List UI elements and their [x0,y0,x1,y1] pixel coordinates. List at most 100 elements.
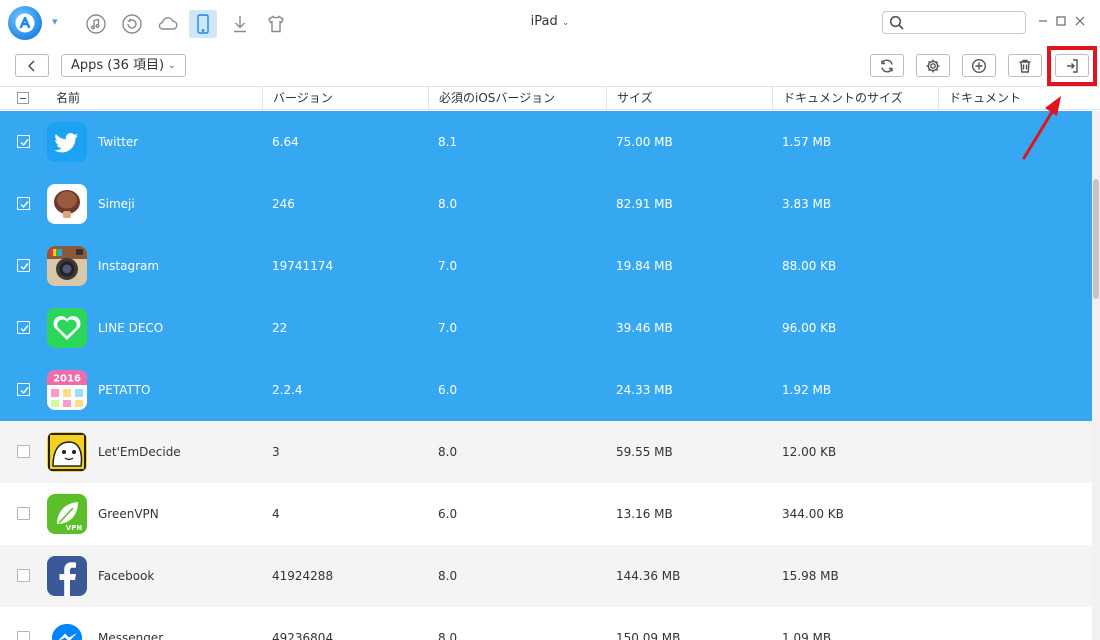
tshirt-icon[interactable] [262,10,290,38]
logo-menu-chevron-icon[interactable]: ▾ [52,15,58,28]
app-document-size: 344.00 KB [782,507,844,521]
petatto-icon: 2016 [47,370,87,410]
app-document-size: 96.00 KB [782,321,837,335]
app-ios-version: 8.1 [438,135,458,149]
device-selector[interactable]: iPad ⌄ [520,14,580,29]
app-name: PETATTO [98,383,151,397]
app-name: LINE DECO [98,321,164,335]
add-button[interactable] [962,54,996,77]
refresh-button[interactable] [870,54,904,77]
category-label: Apps (36 項目) [71,58,165,73]
scrollbar-thumb[interactable] [1093,179,1099,299]
app-ios-version: 8.0 [438,569,458,583]
select-all-checkbox[interactable] [17,92,29,104]
app-name: Messenger [98,631,164,640]
download-icon[interactable] [226,10,254,38]
app-logo-icon[interactable] [8,6,42,40]
search-icon [889,15,904,30]
title-bar: ▾ iPad ⌄ [0,0,1100,46]
app-version: 22 [272,321,288,335]
app-size: 82.91 MB [616,197,673,211]
petatto-year-text: 2016 [53,374,81,385]
table-row[interactable]: VPN GreenVPN 4 6.0 13.16 MB 344.00 KB [0,483,1092,545]
back-button[interactable] [15,54,49,77]
letemdecide-icon [47,432,87,472]
app-document-size: 12.00 KB [782,445,837,459]
row-checkbox[interactable] [17,383,30,396]
app-document-size: 1.92 MB [782,383,832,397]
toolbar: Apps (36 項目) ⌄ [0,46,1100,86]
cloud-icon[interactable] [154,10,182,38]
table-row[interactable]: Twitter 6.64 8.1 75.00 MB 1.57 MB [0,111,1092,173]
app-name: Let'EmDecide [98,445,181,459]
app-document-size: 3.83 MB [782,197,832,211]
app-ios-version: 8.0 [438,631,458,640]
app-version: 246 [272,197,295,211]
app-ios-version: 7.0 [438,321,458,335]
twitter-icon [47,122,87,162]
messenger-icon [47,618,87,640]
app-document-size: 1.57 MB [782,135,832,149]
row-checkbox[interactable] [17,321,30,334]
row-checkbox[interactable] [17,197,30,210]
app-list: Twitter 6.64 8.1 75.00 MB 1.57 MB Simeji… [0,111,1092,640]
app-version: 41924288 [272,569,334,583]
column-header-ios-version[interactable]: 必須のiOSバージョン [428,87,606,109]
restore-icon[interactable] [118,10,146,38]
chevron-down-icon: ⌄ [561,18,570,28]
app-ios-version: 7.0 [438,259,458,273]
instagram-icon [47,246,87,286]
row-checkbox[interactable] [17,569,30,582]
row-checkbox[interactable] [17,507,30,520]
settings-button[interactable] [916,54,950,77]
app-version: 3 [272,445,280,459]
device-icon[interactable] [189,10,217,38]
minimize-icon[interactable] [1035,13,1051,29]
app-version: 19741174 [272,259,334,273]
category-dropdown[interactable]: Apps (36 項目) ⌄ [61,54,186,77]
column-header-documents[interactable]: ドキュメント [938,87,1100,109]
refresh-icon [881,59,893,72]
column-header-size[interactable]: サイズ [606,87,772,109]
trash-icon [1019,59,1031,73]
app-size: 75.00 MB [616,135,673,149]
app-ios-version: 8.0 [438,197,458,211]
table-row[interactable]: Instagram 19741174 7.0 19.84 MB 88.00 KB [0,235,1092,297]
app-size: 150.09 MB [616,631,681,640]
table-row[interactable]: Let'EmDecide 3 8.0 59.55 MB 12.00 KB [0,421,1092,483]
simeji-icon [47,184,87,224]
table-row[interactable]: Simeji 246 8.0 82.91 MB 3.83 MB [0,173,1092,235]
chevron-left-icon [28,60,35,71]
close-icon[interactable] [1072,13,1088,29]
table-row[interactable]: Facebook 41924288 8.0 144.36 MB 15.98 MB [0,545,1092,607]
row-checkbox[interactable] [17,135,30,148]
chevron-down-icon: ⌄ [167,60,176,71]
app-document-size: 15.98 MB [782,569,839,583]
maximize-icon[interactable] [1053,13,1069,29]
column-header-name[interactable]: 名前 [56,87,262,109]
app-name: Simeji [98,197,135,211]
app-size: 39.46 MB [616,321,673,335]
app-version: 49236804 [272,631,334,640]
search-box[interactable] [882,11,1026,34]
app-name: GreenVPN [98,507,159,521]
search-input[interactable] [909,14,1019,31]
vertical-scrollbar[interactable] [1092,111,1100,640]
column-header-version[interactable]: バージョン [262,87,428,109]
device-name: iPad [530,14,558,29]
app-ios-version: 6.0 [438,507,458,521]
app-name: Twitter [98,135,139,149]
row-checkbox[interactable] [17,445,30,458]
app-version: 2.2.4 [272,383,303,397]
row-checkbox[interactable] [17,259,30,272]
row-checkbox[interactable] [17,631,30,640]
app-size: 19.84 MB [616,259,673,273]
music-icon[interactable] [82,10,110,38]
table-row[interactable]: 2016 PETATTO 2.2.4 6.0 24.33 MB 1.92 MB [0,359,1092,421]
column-header-document-size[interactable]: ドキュメントのサイズ [772,87,938,109]
table-header: 名前 バージョン 必須のiOSバージョン サイズ ドキュメントのサイズ ドキュメ… [0,86,1100,110]
table-row[interactable]: LINE DECO 22 7.0 39.46 MB 96.00 KB [0,297,1092,359]
line-deco-icon [47,308,87,348]
table-row[interactable]: Messenger 49236804 8.0 150.09 MB 1.09 MB [0,607,1092,640]
delete-button[interactable] [1008,54,1042,77]
